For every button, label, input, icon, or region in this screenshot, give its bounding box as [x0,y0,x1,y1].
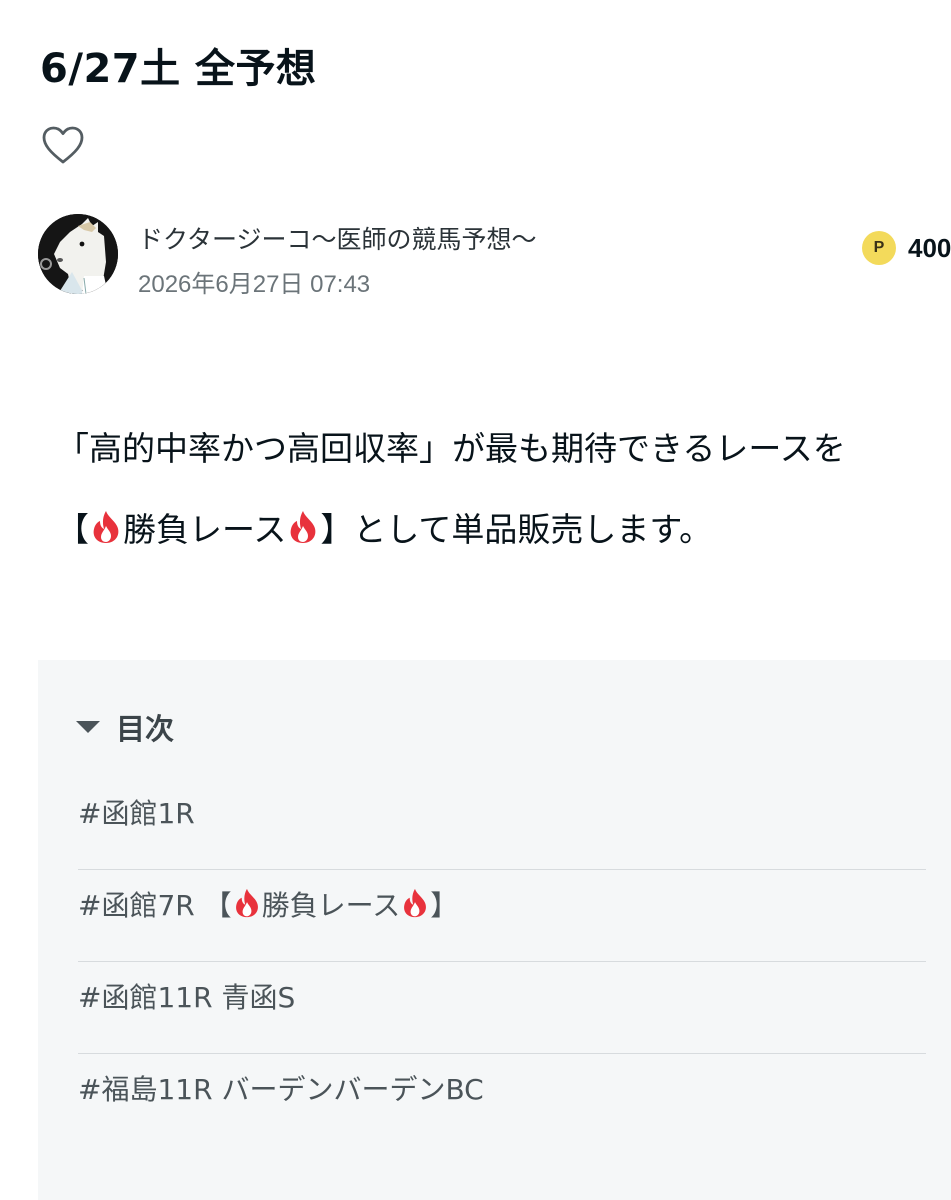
toc-item-hakodate-11r[interactable]: #函館11R 青函S [78,962,926,1054]
points-display[interactable]: P 400 [862,230,951,266]
intro-line-1: 「高的中率かつ高回収率」が最も期待できるレースを [56,429,846,468]
article-title: 6/27土 全予想 [40,46,317,92]
fire-icon [400,887,430,926]
fire-icon [232,887,262,926]
fire-icon [286,509,320,559]
bracket-open: 【 [56,510,89,549]
intro-line-2-tail: 】として単品販売します。 [320,510,713,549]
toc-toggle[interactable]: 目次 [76,706,174,748]
points-value: 400 [908,232,951,263]
hot-race-label: 勝負レース [123,510,287,549]
toc-title: 目次 [116,712,175,746]
post-date: 2026年6月27日 07:43 [138,271,371,298]
toc-item-prefix: #函館7R 【 [78,889,232,922]
toc-item-hakodate-7r[interactable]: #函館7R 【勝負レース】 [78,870,926,962]
intro-line-2: 【勝負レース 】として単品販売します。 [56,505,946,559]
fire-icon [89,509,123,559]
toc-item-suffix: 】 [430,889,459,922]
like-button[interactable] [40,122,86,168]
article-intro: 「高的中率かつ高回収率」が最も期待できるレースを 【勝負レース 】として単品販売し… [56,424,946,590]
toc-list: #函館1R #函館7R 【勝負レース】 #函館11R 青函S #福島11R バー… [78,778,926,1146]
caret-down-icon [76,721,100,733]
author-avatar[interactable] [38,214,118,294]
toc-item-hakodate-1r[interactable]: #函館1R [78,778,926,870]
points-icon: P [862,231,896,265]
horse-doctor-avatar-icon [38,214,118,294]
heart-outline-icon [42,126,84,164]
author-name[interactable]: ドクタージーコ〜医師の競馬予想〜 [138,220,537,256]
toc-item-label: 勝負レース [261,889,401,922]
toc-item-fukushima-11r[interactable]: #福島11R バーデンバーデンBC [78,1054,926,1146]
table-of-contents: 目次 #函館1R #函館7R 【勝負レース】 #函館11R 青函S #福島11R… [38,660,951,1200]
